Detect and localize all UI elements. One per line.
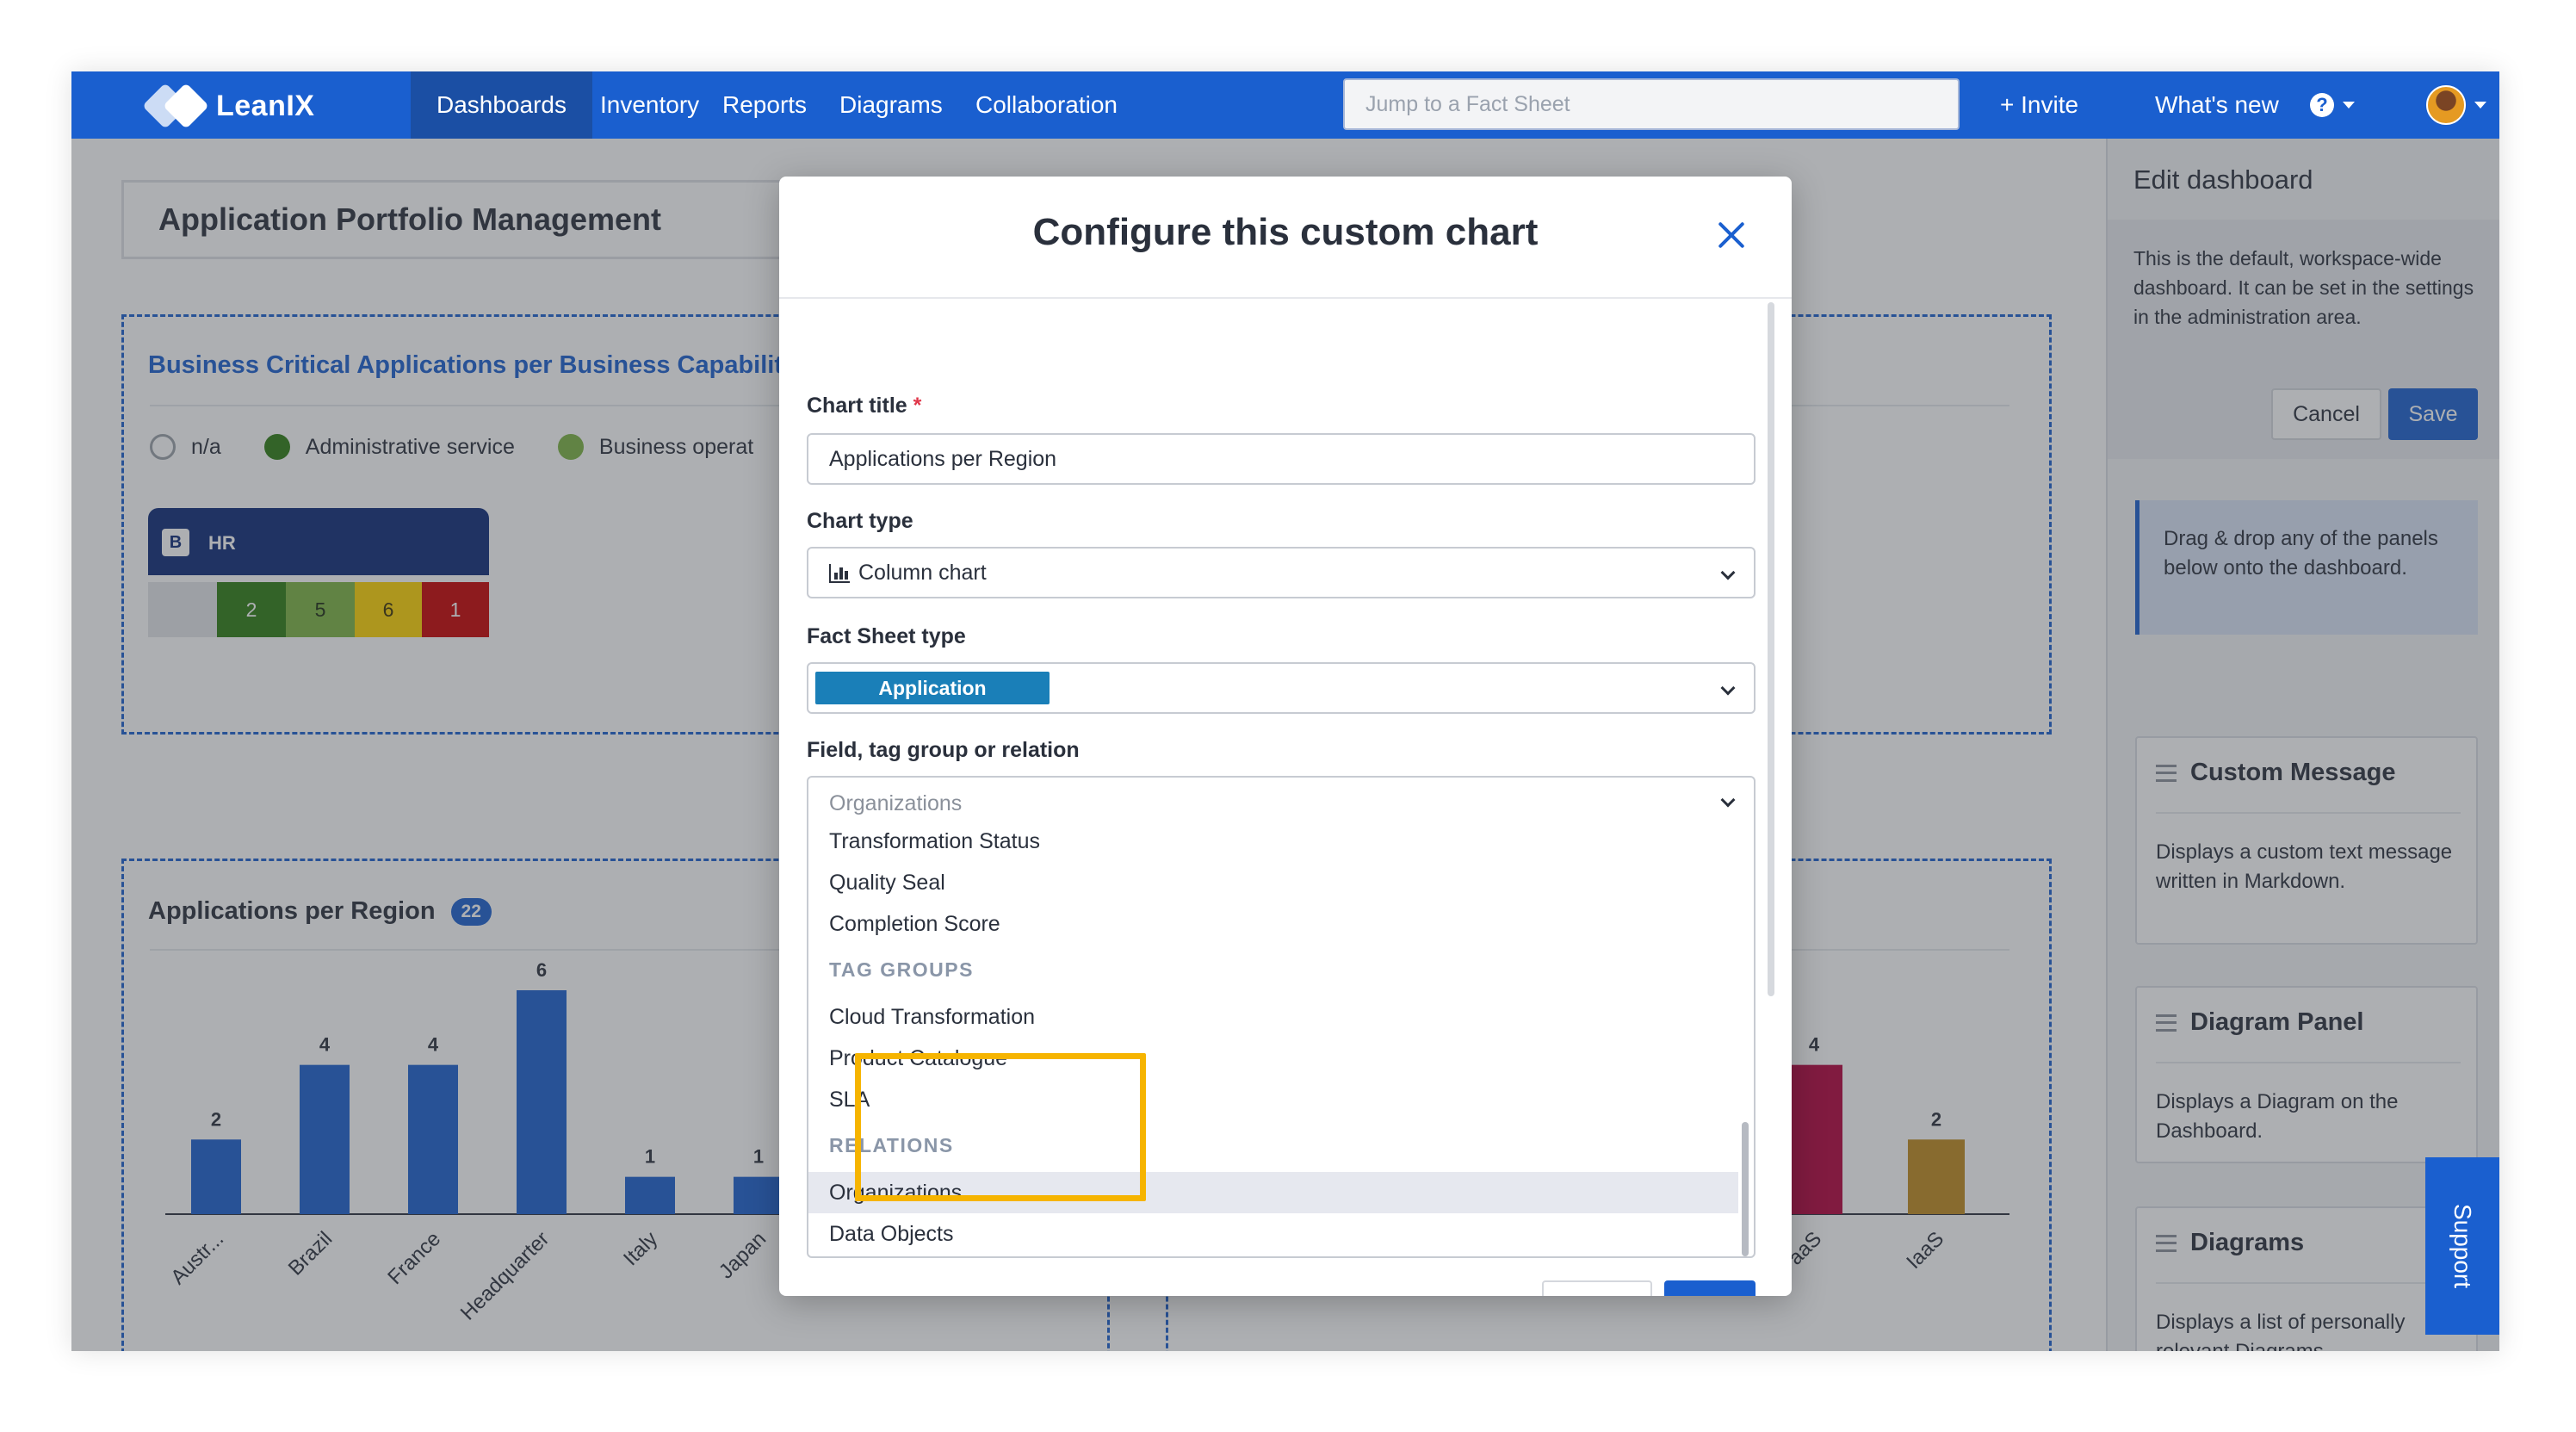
field-select-placeholder: Organizations xyxy=(829,791,963,815)
group-header-tag-groups: TAG GROUPS xyxy=(829,958,974,981)
help-menu[interactable]: ? xyxy=(2310,92,2355,118)
nav-dashboards[interactable]: Dashboards xyxy=(411,71,592,139)
option-data-objects[interactable]: Data Objects xyxy=(808,1213,1738,1255)
support-tab[interactable]: Support xyxy=(2425,1157,2499,1335)
app-window: LeanIX Dashboards Inventory Reports Diag… xyxy=(71,71,2499,1351)
question-circle-icon: ? xyxy=(2310,93,2334,117)
modal-scrollbar[interactable] xyxy=(1768,302,1774,996)
close-icon[interactable] xyxy=(1716,220,1747,251)
field-label: Field, tag group or relation xyxy=(807,738,1080,762)
relations-highlight-annotation xyxy=(855,1053,1146,1201)
chart-title-label: Chart title * xyxy=(807,394,921,418)
fact-sheet-search-input[interactable]: Jump to a Fact Sheet xyxy=(1343,78,1960,130)
chart-type-value: Column chart xyxy=(829,561,987,586)
chart-type-text: Column chart xyxy=(858,561,987,585)
fact-sheet-type-select[interactable]: Application xyxy=(807,662,1756,714)
dropdown-scrollbar[interactable] xyxy=(1742,1122,1749,1256)
nav-collaboration[interactable]: Collaboration xyxy=(950,71,1143,139)
support-label: Support xyxy=(2449,1203,2476,1289)
user-menu[interactable] xyxy=(2426,85,2486,125)
option-cloud-transformation[interactable]: Cloud Transformation xyxy=(808,996,1738,1038)
required-marker: * xyxy=(913,394,922,418)
option-transformation-status[interactable]: Transformation Status xyxy=(808,821,1738,862)
chart-type-label: Chart type xyxy=(807,509,913,533)
chevron-down-icon xyxy=(1720,565,1736,580)
chevron-down-icon xyxy=(1720,680,1736,696)
nav-diagrams[interactable]: Diagrams xyxy=(814,71,969,139)
option-quality-seal[interactable]: Quality Seal xyxy=(808,862,1738,903)
chart-title-input[interactable] xyxy=(807,433,1756,485)
top-navigation-bar: LeanIX Dashboards Inventory Reports Diag… xyxy=(71,71,2499,139)
leanix-logo-icon xyxy=(142,83,209,129)
modal-save-button[interactable]: Save xyxy=(1664,1280,1756,1296)
divider xyxy=(779,297,1792,299)
column-chart-icon xyxy=(829,563,850,583)
modal-title: Configure this custom chart xyxy=(1032,211,1539,253)
modal-cancel-button[interactable]: Cancel xyxy=(1542,1280,1652,1296)
fact-sheet-type-pill: Application xyxy=(815,672,1050,704)
invite-button[interactable]: + Invite xyxy=(1974,71,2104,139)
leanix-logo[interactable]: LeanIX xyxy=(142,83,315,129)
caret-down-icon xyxy=(2474,102,2486,108)
logo-text: LeanIX xyxy=(216,89,315,122)
nav-reports[interactable]: Reports xyxy=(697,71,833,139)
fact-sheet-type-label: Fact Sheet type xyxy=(807,624,966,648)
chevron-down-icon xyxy=(1720,792,1736,808)
whats-new-link[interactable]: What's new xyxy=(2129,71,2305,139)
user-avatar xyxy=(2426,85,2466,125)
option-completion-score[interactable]: Completion Score xyxy=(808,903,1738,945)
chart-type-select[interactable]: Column chart xyxy=(807,547,1756,598)
label-text: Chart title xyxy=(807,394,907,418)
caret-down-icon xyxy=(2343,102,2355,108)
